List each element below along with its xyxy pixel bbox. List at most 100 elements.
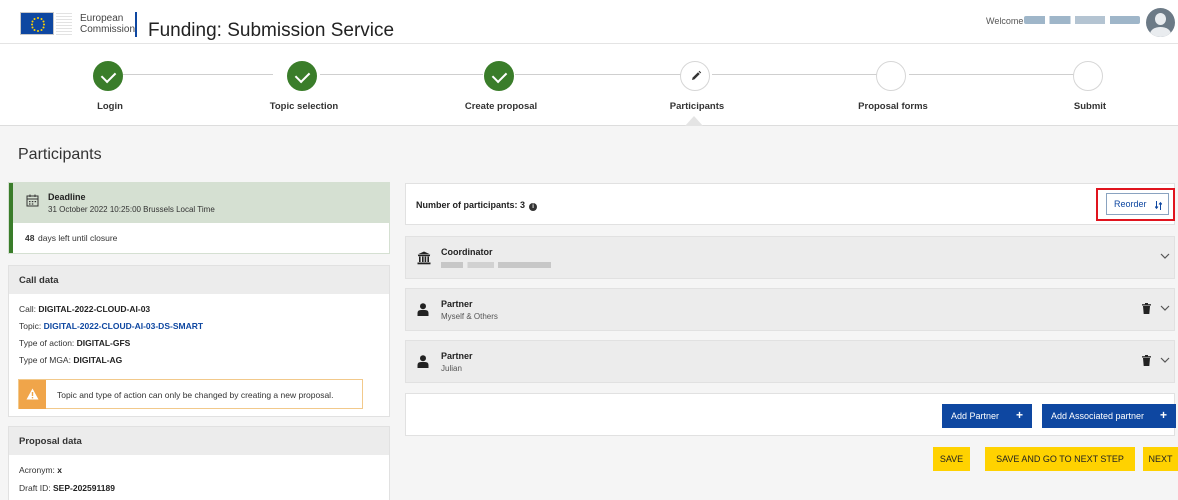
welcome-label: Welcome <box>986 16 1024 26</box>
draft-id-label: Draft ID: <box>19 483 54 493</box>
chevron-down-icon[interactable] <box>1160 253 1170 260</box>
step-proposal-forms[interactable]: Proposal forms <box>803 44 983 126</box>
step-create-proposal[interactable]: Create proposal <box>411 44 591 126</box>
add-associated-label: Add Associated partner <box>1051 411 1145 421</box>
participant-name: Myself & Others <box>441 312 498 321</box>
add-partner-panel: Add Partner + Add Associated partner + <box>405 393 1176 436</box>
step-participants[interactable]: Participants <box>607 44 787 126</box>
step-label: Proposal forms <box>858 101 928 112</box>
deadline-date: 31 October 2022 10:25:00 Brussels Local … <box>48 205 215 214</box>
participant-name: Julian <box>441 364 462 373</box>
institution-icon <box>417 251 431 265</box>
participant-count-label: Number of participants: <box>416 200 521 210</box>
eu-flag-icon <box>20 12 54 35</box>
mga-value: DIGITAL-AG <box>73 355 123 365</box>
progress-stepper: Login Topic selection Create proposal Pa… <box>0 43 1178 126</box>
participant-role: Partner <box>441 299 473 309</box>
app-header: European Commission Funding: Submission … <box>0 0 1178 43</box>
participant-row-partner[interactable]: Partner Julian <box>405 340 1175 383</box>
participant-name-redacted <box>441 262 551 268</box>
acronym-label: Acronym: <box>19 465 58 475</box>
info-icon[interactable]: i <box>529 203 538 211</box>
call-value: DIGITAL-2022-CLOUD-AI-03 <box>38 304 151 314</box>
app-title[interactable]: Funding: Submission Service <box>148 20 394 42</box>
topic-link[interactable]: DIGITAL-2022-CLOUD-AI-03-DS-SMART <box>44 321 203 331</box>
deadline-card: Deadline 31 October 2022 10:25:00 Brusse… <box>8 182 390 254</box>
proposal-data-heading: Proposal data <box>9 427 389 455</box>
add-partner-label: Add Partner <box>951 411 1000 421</box>
user-avatar-icon[interactable] <box>1146 8 1175 37</box>
acronym-row: Acronym: x <box>19 465 62 475</box>
chevron-down-icon[interactable] <box>1160 305 1170 312</box>
participant-role: Partner <box>441 351 473 361</box>
add-associated-partner-button[interactable]: Add Associated partner + <box>1042 404 1176 428</box>
check-icon <box>287 61 317 91</box>
check-icon <box>93 61 123 91</box>
step-submit[interactable]: Submit <box>1000 44 1178 126</box>
current-step-pointer <box>685 116 703 126</box>
deadline-header: Deadline 31 October 2022 10:25:00 Brusse… <box>9 183 389 223</box>
plus-icon: + <box>1015 408 1023 422</box>
days-left-count: 48 <box>25 233 35 243</box>
add-partner-button[interactable]: Add Partner + <box>942 404 1032 428</box>
save-and-next-button[interactable]: SAVE AND GO TO NEXT STEP <box>985 447 1135 471</box>
participants-header-panel: Number of participants: 3i Reorder <box>405 183 1175 225</box>
step-label: Create proposal <box>464 101 538 112</box>
warning-badge <box>19 380 46 409</box>
participant-row-partner[interactable]: Partner Myself & Others <box>405 288 1175 331</box>
step-label: Login <box>97 101 123 112</box>
call-data-heading: Call data <box>9 266 389 294</box>
step-label: Submit <box>1073 101 1107 112</box>
draft-id-row: Draft ID: SEP-202591189 <box>19 483 115 493</box>
step-label: Topic selection <box>269 101 339 112</box>
topic-label: Topic: <box>19 321 44 331</box>
user-name-redacted <box>1024 16 1140 24</box>
step-label: Participants <box>669 101 725 112</box>
pencil-icon <box>692 70 702 80</box>
calendar-icon <box>26 194 39 207</box>
warning-text: Topic and type of action can only be cha… <box>57 390 334 400</box>
logo-divider <box>135 12 137 37</box>
logo-line2: Commission <box>80 24 136 35</box>
participant-count: Number of participants: 3i <box>416 200 538 211</box>
logo-line1: European <box>80 13 124 24</box>
reorder-annotation-box <box>1096 188 1175 221</box>
call-data-body: Call: DIGITAL-2022-CLOUD-AI-03 Topic: DI… <box>9 294 389 417</box>
call-row: Call: DIGITAL-2022-CLOUD-AI-03 <box>19 304 150 314</box>
person-icon <box>417 355 429 368</box>
call-label: Call: <box>19 304 39 314</box>
save-button[interactable]: SAVE <box>933 447 970 471</box>
draft-id-value: SEP-202591189 <box>53 483 115 493</box>
trash-icon[interactable] <box>1142 355 1151 366</box>
mga-row: Type of MGA: DIGITAL-AG <box>19 355 122 365</box>
next-button[interactable]: NEXT <box>1143 447 1178 471</box>
proposal-data-card: Proposal data Acronym: x Draft ID: SEP-2… <box>8 426 390 500</box>
participant-row-coordinator[interactable]: Coordinator <box>405 236 1175 279</box>
acronym-value: x <box>57 465 62 475</box>
topic-row: Topic: DIGITAL-2022-CLOUD-AI-03-DS-SMART <box>19 321 203 331</box>
action-value: DIGITAL-GFS <box>76 338 131 348</box>
call-data-card: Call data Call: DIGITAL-2022-CLOUD-AI-03… <box>8 265 390 417</box>
person-icon <box>417 303 429 316</box>
participant-count-value: 3 <box>520 200 526 210</box>
step-topic-selection[interactable]: Topic selection <box>214 44 394 126</box>
chevron-down-icon[interactable] <box>1160 357 1170 364</box>
days-left-text: days left until closure <box>38 233 118 243</box>
step-current-circle <box>680 61 710 91</box>
action-label: Type of action: <box>19 338 77 348</box>
mga-label: Type of MGA: <box>19 355 74 365</box>
step-pending-circle <box>1073 61 1103 91</box>
plus-icon: + <box>1159 408 1167 422</box>
step-login[interactable]: Login <box>20 44 200 126</box>
warning-box: Topic and type of action can only be cha… <box>18 379 363 409</box>
check-icon <box>484 61 514 91</box>
participant-role: Coordinator <box>441 247 493 257</box>
deadline-countdown: 48 days left until closure <box>9 223 389 253</box>
logo-text: European Commission <box>80 13 135 35</box>
page-title: Participants <box>18 146 102 163</box>
logo-stripes <box>56 12 72 35</box>
step-pending-circle <box>876 61 906 91</box>
trash-icon[interactable] <box>1142 303 1151 314</box>
warning-icon <box>26 388 39 400</box>
deadline-title: Deadline <box>48 192 86 202</box>
